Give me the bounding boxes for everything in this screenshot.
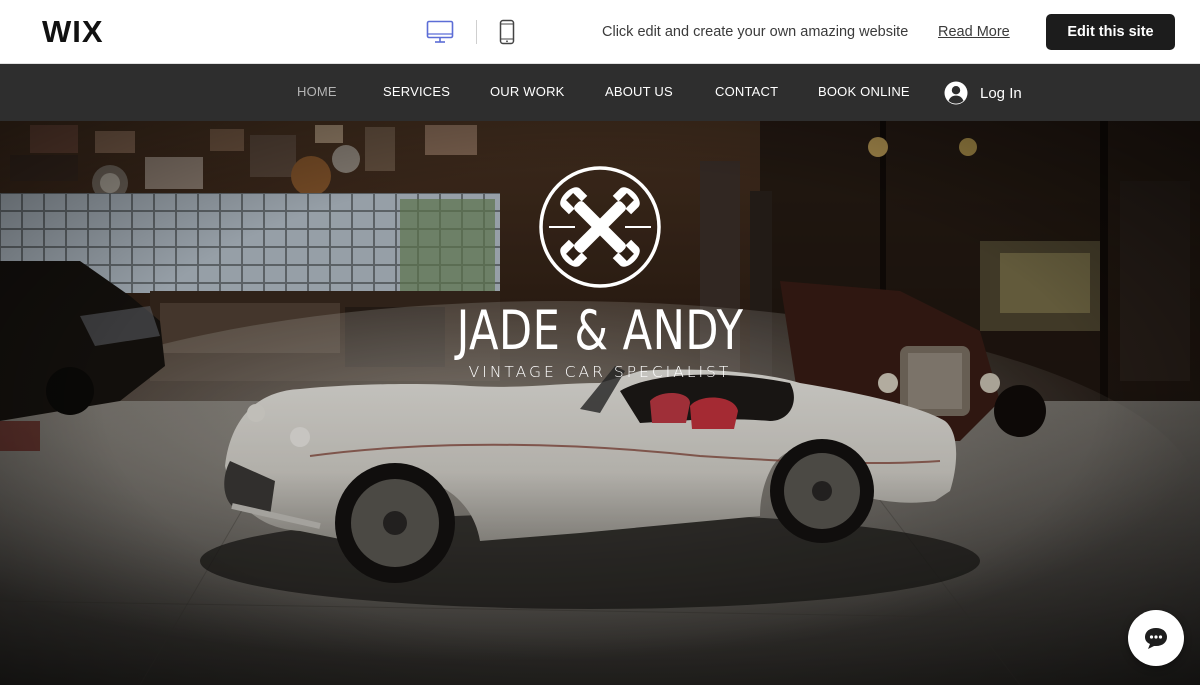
nav-item-about-us[interactable]: ABOUT US bbox=[605, 84, 673, 100]
mobile-phone-icon[interactable] bbox=[496, 18, 518, 46]
chat-bubble-icon bbox=[1145, 628, 1167, 649]
desktop-monitor-icon[interactable] bbox=[424, 18, 456, 46]
nav-item-our-work[interactable]: OUR WORK bbox=[490, 84, 565, 100]
wix-top-bar: WIX Click edit and create your own amazi… bbox=[0, 0, 1200, 64]
nav-item-services[interactable]: SERVICES bbox=[383, 84, 450, 100]
crossed-wrenches-icon bbox=[539, 166, 661, 288]
hero-section: JADE & ANDY VINTAGE CAR SPECIALIST bbox=[0, 121, 1200, 685]
brand-subtitle: VINTAGE CAR SPECIALIST bbox=[468, 363, 732, 381]
nav-item-home[interactable]: HOME bbox=[297, 84, 337, 100]
promo-text: Click edit and create your own amazing w… bbox=[602, 24, 909, 40]
login-button[interactable]: Log In bbox=[944, 80, 1022, 106]
nav-item-contact[interactable]: CONTACT bbox=[715, 84, 778, 100]
read-more-link[interactable]: Read More bbox=[938, 23, 1010, 41]
edit-site-button[interactable]: Edit this site bbox=[1046, 14, 1175, 50]
wix-logo[interactable]: WIX bbox=[42, 14, 104, 50]
brand-title: JADE & ANDY bbox=[456, 299, 744, 362]
user-avatar-icon bbox=[944, 81, 968, 105]
site-navigation: HOME SERVICES OUR WORK ABOUT US CONTACT … bbox=[0, 64, 1200, 121]
chat-button[interactable] bbox=[1128, 610, 1184, 666]
device-separator bbox=[476, 20, 477, 44]
nav-item-book-online[interactable]: BOOK ONLINE bbox=[818, 84, 910, 100]
login-label: Log In bbox=[980, 84, 1022, 102]
